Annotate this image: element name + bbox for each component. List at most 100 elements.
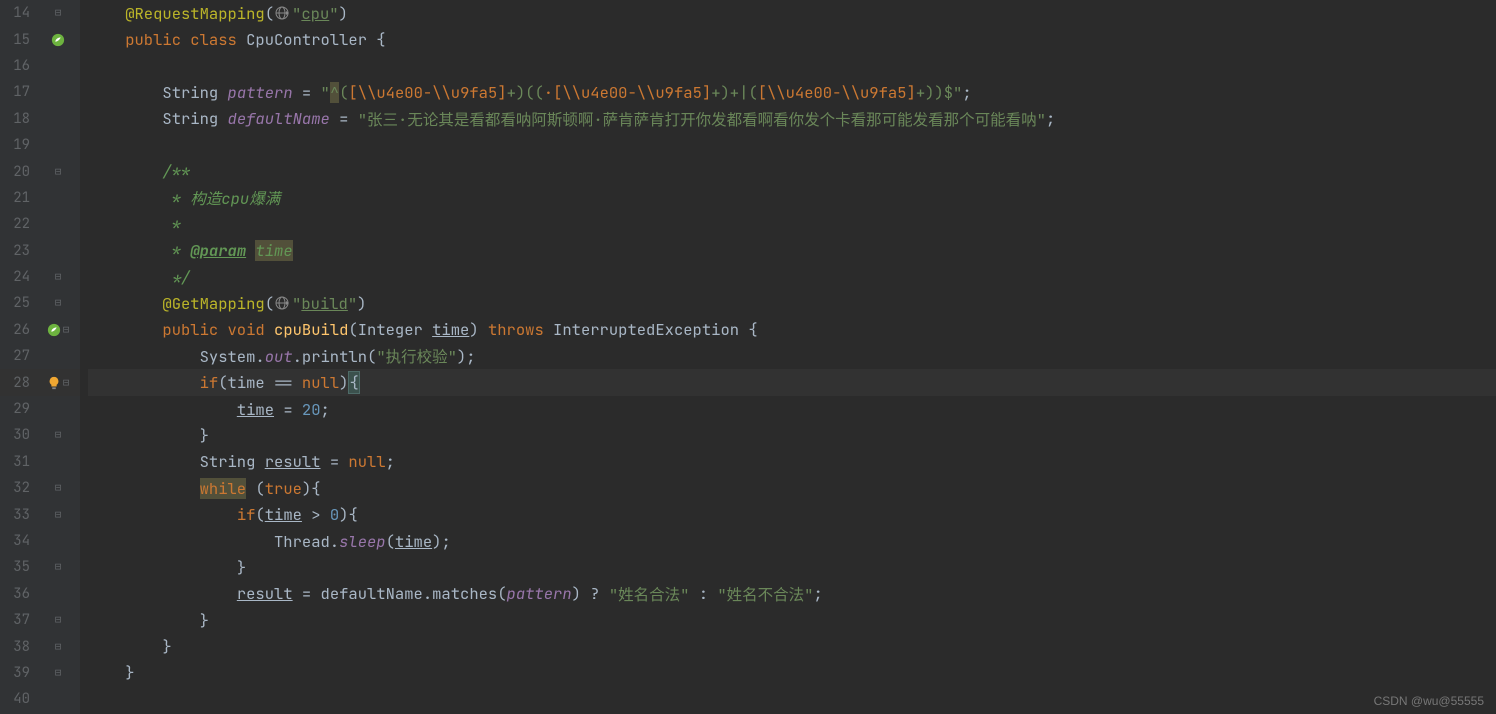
code-line[interactable]: * 构造cpu爆满: [88, 185, 1496, 211]
line-number[interactable]: 40: [0, 690, 36, 708]
code-token: null: [302, 372, 339, 393]
fold-end-icon[interactable]: ⊟: [55, 613, 62, 627]
fold-collapse-icon[interactable]: ⊟: [63, 376, 70, 390]
code-token: [88, 504, 237, 525]
code-line[interactable]: @GetMapping("build"): [88, 290, 1496, 316]
line-number[interactable]: 15: [0, 31, 36, 49]
spring-icon[interactable]: [51, 33, 65, 47]
gutter-row: 37 ⊟: [0, 607, 80, 633]
code-token: =: [293, 82, 321, 103]
line-number[interactable]: 26: [0, 321, 36, 339]
line-number[interactable]: 31: [0, 453, 36, 471]
code-token: ){: [339, 504, 358, 525]
line-number[interactable]: 22: [0, 215, 36, 233]
code-token: ): [339, 372, 348, 393]
code-line[interactable]: result = defaultName.matches(pattern) ? …: [88, 581, 1496, 607]
code-line[interactable]: String defaultName = "张三·无论其是看都看呐阿斯顿啊·萨肯…: [88, 106, 1496, 132]
code-line[interactable]: time = 20;: [88, 396, 1496, 422]
code-line[interactable]: public class CpuController {: [88, 26, 1496, 52]
line-number[interactable]: 34: [0, 532, 36, 550]
line-number[interactable]: 32: [0, 479, 36, 497]
code-line[interactable]: public void cpuBuild(Integer time) throw…: [88, 317, 1496, 343]
code-token: +))$": [916, 82, 963, 103]
code-token: [88, 557, 237, 578]
line-number[interactable]: 33: [0, 506, 36, 524]
gutter-row: 18: [0, 106, 80, 132]
code-line[interactable]: if(time == null){: [88, 369, 1496, 395]
fold-end-icon[interactable]: ⊟: [55, 270, 62, 284]
fold-end-icon[interactable]: ⊟: [55, 666, 62, 680]
url-globe-icon[interactable]: [275, 5, 291, 21]
code-line[interactable]: *: [88, 211, 1496, 237]
code-token: (: [246, 478, 265, 499]
code-line[interactable]: }: [88, 554, 1496, 580]
line-number[interactable]: 35: [0, 558, 36, 576]
code-token: */: [172, 267, 191, 288]
line-number[interactable]: 37: [0, 611, 36, 629]
line-number[interactable]: 17: [0, 83, 36, 101]
code-line[interactable]: }: [88, 607, 1496, 633]
code-line[interactable]: }: [88, 660, 1496, 686]
code-line[interactable]: Thread.sleep(time);: [88, 528, 1496, 554]
code-line[interactable]: /**: [88, 158, 1496, 184]
code-line[interactable]: @RequestMapping("cpu"): [88, 0, 1496, 26]
line-number[interactable]: 19: [0, 136, 36, 154]
line-number[interactable]: 27: [0, 347, 36, 365]
line-number[interactable]: 36: [0, 585, 36, 603]
code-token: Thread.: [88, 531, 339, 552]
code-line[interactable]: System.out.println("执行校验");: [88, 343, 1496, 369]
gutter-row: 27: [0, 343, 80, 369]
code-line[interactable]: while (true){: [88, 475, 1496, 501]
code-line[interactable]: }: [88, 422, 1496, 448]
gutter-row: 29: [0, 396, 80, 422]
code-token: "执行校验": [376, 345, 457, 367]
fold-collapse-icon[interactable]: ⊟: [55, 508, 62, 522]
code-area[interactable]: @RequestMapping("cpu") public class CpuC…: [80, 0, 1496, 714]
code-line[interactable]: if(time > 0){: [88, 501, 1496, 527]
code-line[interactable]: }: [88, 633, 1496, 659]
line-number[interactable]: 14: [0, 4, 36, 22]
code-token: :: [689, 583, 717, 604]
line-number[interactable]: 18: [0, 110, 36, 128]
line-number[interactable]: 21: [0, 189, 36, 207]
gutter-row: 25 ⊟: [0, 290, 80, 316]
line-number[interactable]: 29: [0, 400, 36, 418]
line-number[interactable]: 23: [0, 242, 36, 260]
line-number[interactable]: 28: [0, 374, 36, 392]
fold-collapse-icon[interactable]: ⊟: [63, 323, 70, 337]
fold-collapse-icon[interactable]: ⊟: [55, 165, 62, 179]
code-token: [88, 161, 162, 182]
line-number[interactable]: 38: [0, 638, 36, 656]
fold-end-icon[interactable]: ⊟: [55, 428, 62, 442]
spring-icon[interactable]: [47, 323, 61, 337]
fold-collapse-icon[interactable]: ⊟: [55, 6, 62, 20]
fold-end-icon[interactable]: ⊟: [55, 640, 62, 654]
code-token: *: [172, 214, 181, 235]
line-number[interactable]: 16: [0, 57, 36, 75]
code-token: 20: [302, 399, 321, 420]
code-token: ): [469, 319, 488, 340]
code-line[interactable]: [88, 132, 1496, 158]
intention-bulb-icon[interactable]: [47, 376, 61, 390]
line-number[interactable]: 39: [0, 664, 36, 682]
fold-collapse-icon[interactable]: ⊟: [55, 481, 62, 495]
code-line[interactable]: * @param time: [88, 238, 1496, 264]
gutter-row: 20 ⊟: [0, 158, 80, 184]
url-globe-icon[interactable]: [275, 295, 291, 311]
code-line[interactable]: */: [88, 264, 1496, 290]
line-number[interactable]: 25: [0, 294, 36, 312]
fold-collapse-icon[interactable]: ⊟: [55, 296, 62, 310]
code-line[interactable]: [88, 686, 1496, 712]
code-token: +)((: [507, 82, 544, 103]
code-line[interactable]: [88, 53, 1496, 79]
gutter-icons: ⊟: [36, 508, 80, 522]
fold-end-icon[interactable]: ⊟: [55, 560, 62, 574]
line-number[interactable]: 30: [0, 426, 36, 444]
code-token: pattern: [228, 82, 293, 103]
gutter-row: 38 ⊟: [0, 633, 80, 659]
line-number[interactable]: 24: [0, 268, 36, 286]
line-number[interactable]: 20: [0, 163, 36, 181]
code-line[interactable]: String result = null;: [88, 449, 1496, 475]
code-token: String: [88, 451, 265, 472]
code-line[interactable]: String pattern = "^([\\u4e00-\\u9fa5]+)(…: [88, 79, 1496, 105]
